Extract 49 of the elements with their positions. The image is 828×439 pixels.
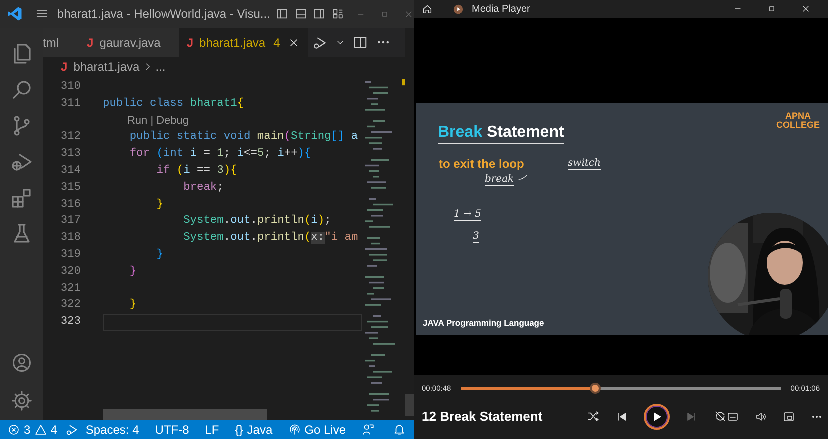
line-number: 316: [60, 198, 81, 213]
code-line: }: [156, 248, 164, 263]
slide-title: Statement: [486, 124, 564, 141]
slide-subtitle: to exit the loop: [439, 156, 524, 173]
code-line: System.out.println(i);: [184, 214, 332, 230]
code-line: }: [156, 198, 164, 213]
code-line: for (int i = 1; i<=5; i++){: [130, 146, 312, 162]
window-title: bharat1.java - HellowWorld.java - Visu...: [57, 6, 270, 23]
status-item[interactable]: Go Live: [288, 420, 346, 438]
handwritten-note: break: [485, 174, 514, 186]
line-number: 323: [60, 315, 81, 330]
handwritten-note: 1 → 5: [454, 209, 482, 221]
code-line: break;: [184, 180, 224, 196]
line-number: 322: [60, 298, 81, 314]
editor-tab[interactable]: J gaurav.java: [75, 28, 179, 57]
code-line: System.out.println(x:"i am: [184, 230, 358, 246]
window-title: Media Player: [472, 2, 530, 16]
status-item[interactable]: {} Java: [235, 420, 273, 438]
line-number: 318: [60, 231, 81, 246]
line-number: 311: [60, 96, 81, 112]
code-line: }: [130, 264, 137, 280]
line-number: 310: [60, 80, 81, 95]
code-line: }: [130, 298, 137, 314]
status-item[interactable]: Spaces: 4: [86, 420, 140, 438]
line-number: 313: [60, 147, 81, 162]
line-number: 317: [60, 214, 81, 230]
editor-tab[interactable]: J bharat1.java 4: [178, 28, 308, 57]
logo: APNA COLLEGE: [776, 112, 820, 130]
breadcrumb-item[interactable]: ...: [156, 58, 166, 76]
line-number: 314: [60, 164, 81, 179]
line-number: 321: [60, 282, 81, 297]
code-line: public class bharat1{: [103, 96, 244, 112]
code-lens[interactable]: Run | Debug: [127, 112, 190, 130]
line-number: 319: [60, 248, 81, 263]
line-number: 312: [60, 130, 81, 146]
slide-footer: JAVA Programming Language: [423, 317, 544, 330]
breadcrumb-item[interactable]: J bharat1.java: [61, 58, 140, 76]
slide-title: Break: [438, 124, 482, 141]
status-item[interactable]: UTF-8: [155, 420, 190, 438]
code-line: if (i == 3){: [156, 164, 238, 179]
handwritten-note: 3: [473, 231, 480, 243]
status-item[interactable]: LF: [205, 420, 220, 438]
problems-status[interactable]: 3 4: [8, 420, 58, 438]
track-title: 12 Break Statement: [422, 408, 543, 426]
editor-tab[interactable]: tml: [43, 28, 75, 57]
line-number: 315: [60, 180, 81, 196]
line-number: 320: [60, 264, 81, 280]
code-line: public static void main(String[] a: [130, 130, 358, 146]
handwritten-note: switch: [568, 158, 601, 170]
